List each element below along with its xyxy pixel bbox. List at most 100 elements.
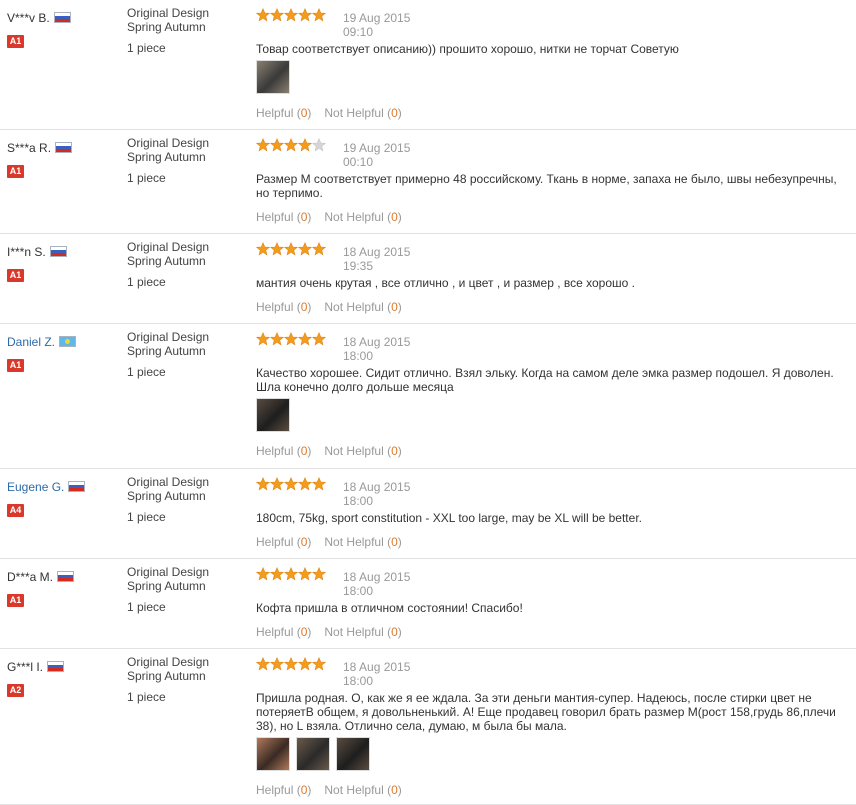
reviewer-name[interactable]: Eugene G. (7, 480, 64, 494)
star-rating (256, 332, 326, 346)
not-helpful-count: 0 (391, 106, 398, 120)
star-filled-icon (312, 567, 326, 581)
helpful-count: 0 (300, 300, 308, 314)
star-filled-icon (312, 332, 326, 346)
order-quantity: 1 piece (127, 690, 166, 704)
review-photo-thumbnail[interactable] (256, 398, 290, 432)
review-datetime: 19 Aug 2015 00:10 (343, 141, 410, 169)
star-filled-icon (256, 8, 270, 22)
review-time: 09:10 (343, 25, 374, 39)
star-filled-icon (256, 242, 270, 256)
helpful-count: 0 (300, 535, 308, 549)
review-date: 18 Aug 2015 (343, 480, 411, 494)
star-filled-icon (284, 242, 298, 256)
star-filled-icon (284, 657, 298, 671)
review-text: Размер M соответствует примерно 48 росси… (256, 172, 837, 200)
review-text: мантия очень крутая , все отлично , и цв… (256, 276, 635, 290)
not-helpful-button[interactable]: Not Helpful (0) (324, 535, 401, 549)
order-quantity: 1 piece (127, 41, 166, 55)
star-filled-icon (298, 477, 312, 491)
product-info: Original Design Spring Autumn Fleece 1 pi… (127, 655, 237, 704)
helpful-button[interactable]: Helpful (0) (256, 625, 311, 639)
star-filled-icon (312, 8, 326, 22)
star-filled-icon (256, 477, 270, 491)
not-helpful-button[interactable]: Not Helpful (0) (324, 106, 401, 120)
star-filled-icon (298, 332, 312, 346)
review-row: Daniel Z. A1 Original Design Spring Autumn… (0, 324, 856, 469)
helpful-button[interactable]: Helpful (0) (256, 783, 311, 797)
reviewer-info: Daniel Z. A1 (7, 334, 77, 372)
feedback-content: 19 Aug 2015 09:10 Товар соответствует опис… (256, 8, 852, 120)
product-name: Original Design Spring Autumn Fleece (127, 136, 210, 166)
not-helpful-count: 0 (391, 783, 398, 797)
review-photo-thumbnail[interactable] (256, 60, 290, 94)
not-helpful-count: 0 (391, 444, 398, 458)
not-helpful-button[interactable]: Not Helpful (0) (324, 444, 401, 458)
helpful-button[interactable]: Helpful (0) (256, 444, 311, 458)
not-helpful-label: Not Helpful (324, 625, 384, 639)
not-helpful-button[interactable]: Not Helpful (0) (324, 210, 401, 224)
buyer-level-badge: A1 (7, 268, 24, 282)
vote-row: Helpful (0) Not Helpful (0) (256, 210, 415, 224)
helpful-label: Helpful (256, 300, 294, 314)
product-info: Original Design Spring Autumn Fleece 1 pi… (127, 136, 237, 185)
review-text: Кофта пришла в отличном состоянии! Спаси… (256, 601, 523, 615)
feedback-content: 18 Aug 2015 19:35 мантия очень крутая , вс… (256, 242, 852, 314)
reviewer-info: I***n S. A1 (7, 244, 67, 282)
russia-flag-icon (55, 142, 73, 154)
star-filled-icon (284, 567, 298, 581)
review-datetime: 18 Aug 2015 18:00 (343, 480, 410, 508)
review-row: I***n S. A1 Original Design Spring Autumn … (0, 234, 856, 324)
helpful-count: 0 (300, 625, 308, 639)
star-filled-icon (284, 138, 298, 152)
helpful-button[interactable]: Helpful (0) (256, 106, 311, 120)
not-helpful-button[interactable]: Not Helpful (0) (324, 783, 401, 797)
product-name: Original Design Spring Autumn Fleece (127, 655, 210, 685)
not-helpful-label: Not Helpful (324, 444, 384, 458)
star-rating (256, 138, 326, 152)
not-helpful-button[interactable]: Not Helpful (0) (324, 625, 401, 639)
order-quantity: 1 piece (127, 510, 166, 524)
star-filled-icon (270, 242, 284, 256)
star-filled-icon (270, 567, 284, 581)
product-info: Original Design Spring Autumn Fleece 1 pi… (127, 6, 237, 55)
star-rating (256, 8, 326, 22)
buyer-level-badge: A2 (7, 683, 24, 697)
review-photo-thumbnail[interactable] (336, 737, 370, 771)
star-filled-icon (256, 657, 270, 671)
helpful-button[interactable]: Helpful (0) (256, 210, 311, 224)
reviewer-info: D***a M. A1 (7, 569, 75, 607)
star-filled-icon (256, 567, 270, 581)
helpful-button[interactable]: Helpful (0) (256, 300, 311, 314)
reviewer-name[interactable]: Daniel Z. (7, 335, 55, 349)
review-date: 19 Aug 2015 (343, 11, 411, 25)
review-datetime: 18 Aug 2015 18:00 (343, 335, 410, 363)
review-datetime: 18 Aug 2015 19:35 (343, 245, 410, 273)
not-helpful-button[interactable]: Not Helpful (0) (324, 300, 401, 314)
feedback-content: 18 Aug 2015 18:00 Пришла родная. О, как же… (256, 657, 852, 797)
star-filled-icon (270, 657, 284, 671)
review-time: 18:00 (343, 674, 374, 688)
star-filled-icon (298, 242, 312, 256)
russia-flag-icon (53, 12, 71, 24)
star-filled-icon (312, 477, 326, 491)
helpful-count: 0 (300, 106, 308, 120)
star-rating (256, 242, 326, 256)
helpful-label: Helpful (256, 210, 294, 224)
review-date: 19 Aug 2015 (343, 141, 411, 155)
helpful-label: Helpful (256, 535, 294, 549)
review-row: S***a R. A1 Original Design Spring Autumn … (0, 130, 856, 234)
helpful-button[interactable]: Helpful (0) (256, 535, 311, 549)
vote-row: Helpful (0) Not Helpful (0) (256, 106, 415, 120)
review-row: G***l I. A2 Original Design Spring Autumn … (0, 649, 856, 805)
not-helpful-label: Not Helpful (324, 210, 384, 224)
buyer-level-badge: A1 (7, 358, 24, 372)
reviewer-name: V***v B. (7, 10, 50, 25)
star-filled-icon (256, 332, 270, 346)
review-photo-thumbnail[interactable] (256, 737, 290, 771)
review-photos (256, 737, 376, 774)
star-filled-icon (312, 657, 326, 671)
star-filled-icon (284, 8, 298, 22)
star-filled-icon (270, 477, 284, 491)
review-photo-thumbnail[interactable] (296, 737, 330, 771)
